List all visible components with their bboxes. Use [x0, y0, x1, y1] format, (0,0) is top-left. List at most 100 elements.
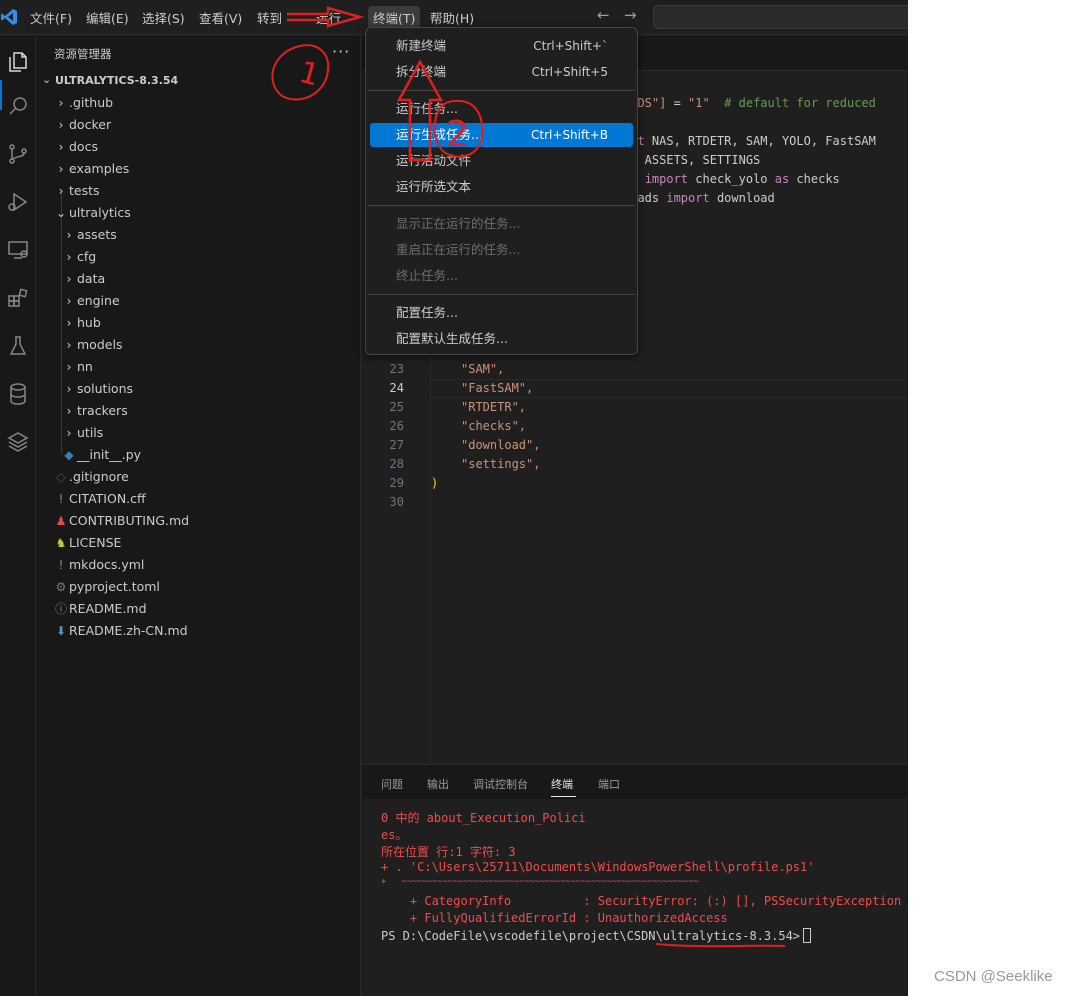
- tree-item[interactable]: › assets: [36, 224, 360, 246]
- menu-selection[interactable]: 选择(S): [142, 8, 185, 27]
- contributing-file-icon: ♟: [55, 514, 67, 528]
- extensions-icon[interactable]: [0, 280, 36, 316]
- menu-separator: [368, 294, 635, 295]
- tree-item[interactable]: ⌄ ultralytics: [36, 202, 360, 224]
- code-line: ort NAS, RTDETR, SAM, YOLO, FastSAM: [623, 134, 876, 148]
- command-center-search[interactable]: [653, 5, 908, 29]
- tree-item[interactable]: ! mkdocs.yml: [36, 554, 360, 576]
- terminal-menu-dropdown: 新建终端 Ctrl+Shift+` 拆分终端 Ctrl+Shift+5 运行任务..…: [365, 27, 638, 355]
- menu-item-run-build-task[interactable]: 运行生成任务... Ctrl+Shift+B: [370, 123, 633, 147]
- tree-item[interactable]: ♞ LICENSE: [36, 532, 360, 554]
- tree-item[interactable]: ⚙ pyproject.toml: [36, 576, 360, 598]
- menu-item-restart-running-task[interactable]: 重启正在运行的任务...: [370, 238, 633, 262]
- layers-icon[interactable]: [0, 424, 36, 460]
- code-line: rt ASSETS, SETTINGS: [623, 153, 761, 167]
- python-file-icon: ◆: [64, 448, 74, 462]
- menu-item-configure-default-build[interactable]: 配置默认生成任务...: [370, 327, 633, 351]
- tree-item[interactable]: › trackers: [36, 400, 360, 422]
- tree-item[interactable]: › examples: [36, 158, 360, 180]
- tree-item[interactable]: › hub: [36, 312, 360, 334]
- nav-forward-icon[interactable]: →: [624, 6, 637, 24]
- tree-item-label: utils: [77, 425, 104, 440]
- tree-item[interactable]: › docs: [36, 136, 360, 158]
- source-control-icon[interactable]: [0, 136, 36, 172]
- tab-ports[interactable]: 端口: [598, 776, 620, 792]
- nav-back-icon[interactable]: ←: [597, 6, 610, 24]
- code-line: ks import check_yolo as checks: [623, 172, 840, 186]
- tree-item-label: docs: [69, 139, 98, 154]
- tree-item[interactable]: › tests: [36, 180, 360, 202]
- menu-item-configure-tasks[interactable]: 配置任务...: [370, 301, 633, 325]
- tab-debug-console[interactable]: 调试控制台: [473, 776, 528, 792]
- code-line: ): [431, 476, 439, 490]
- menu-edit[interactable]: 编辑(E): [86, 8, 129, 27]
- tree-item-label: examples: [69, 161, 130, 176]
- project-folder-header[interactable]: ⌄ ULTRALYTICS-8.3.54: [36, 70, 360, 92]
- testing-icon[interactable]: [0, 328, 36, 364]
- chevron-right-icon: ›: [66, 316, 72, 330]
- remote-explorer-icon[interactable]: [0, 232, 36, 268]
- terminal-line: + FullyQualifiedErrorId : UnauthorizedAc…: [381, 911, 728, 925]
- tree-item-label: .gitignore: [69, 469, 129, 484]
- database-icon[interactable]: [0, 376, 36, 412]
- watermark: CSDN @Seeklike: [934, 968, 1053, 985]
- line-number: 26: [389, 419, 404, 433]
- code-line: EADS"] = "1" # default for reduced: [623, 96, 876, 110]
- tab-problems[interactable]: 问题: [381, 776, 403, 792]
- tree-item[interactable]: ◆ __init__.py: [36, 444, 360, 466]
- line-number: 30: [389, 495, 404, 509]
- menu-item-run-selected-text[interactable]: 运行所选文本: [370, 175, 633, 199]
- menu-help[interactable]: 帮助(H): [430, 8, 474, 27]
- menu-go[interactable]: 转到: [257, 8, 282, 27]
- menu-separator: [368, 205, 635, 206]
- terminal-line: + CategoryInfo : SecurityError: (:) [], …: [381, 894, 902, 908]
- explorer-icon[interactable]: [0, 44, 36, 80]
- terminal-view[interactable]: 0 中的 about_Execution_Polici es。 所在位置 行:1…: [362, 799, 908, 996]
- menu-item-run-active-file[interactable]: 运行活动文件: [370, 149, 633, 173]
- tab-output[interactable]: 输出: [427, 776, 449, 792]
- menu-item-split-terminal[interactable]: 拆分终端 Ctrl+Shift+5: [370, 60, 633, 84]
- tree-item[interactable]: › data: [36, 268, 360, 290]
- terminal-line: + . 'C:\Users\25711\Documents\WindowsPow…: [381, 860, 815, 874]
- menu-item-run-task[interactable]: 运行任务...: [370, 97, 633, 121]
- tree-item-label: CONTRIBUTING.md: [69, 513, 190, 528]
- tree-item[interactable]: ! CITATION.cff: [36, 488, 360, 510]
- terminal-line: 0 中的 about_Execution_Polici: [381, 811, 586, 825]
- tree-item[interactable]: › solutions: [36, 378, 360, 400]
- chevron-right-icon: ›: [66, 294, 72, 308]
- tree-item[interactable]: › models: [36, 334, 360, 356]
- tab-terminal[interactable]: 终端: [551, 776, 573, 792]
- tree-item[interactable]: ◇ .gitignore: [36, 466, 360, 488]
- run-debug-icon[interactable]: [0, 184, 36, 220]
- menu-file[interactable]: 文件(F): [30, 8, 72, 27]
- menu-view[interactable]: 查看(V): [199, 8, 242, 27]
- line-number: 29: [389, 476, 404, 490]
- tree-item[interactable]: › nn: [36, 356, 360, 378]
- code-line: "download",: [461, 438, 541, 452]
- code-line: "SAM",: [461, 362, 505, 376]
- tree-item[interactable]: ⓘ README.md: [36, 598, 360, 620]
- license-file-icon: ♞: [55, 536, 67, 550]
- info-file-icon: ⓘ: [55, 602, 68, 616]
- tree-item[interactable]: › utils: [36, 422, 360, 444]
- chevron-right-icon: ›: [66, 338, 72, 352]
- search-icon[interactable]: [0, 88, 36, 124]
- code-line: "RTDETR",: [461, 400, 527, 414]
- more-actions-icon[interactable]: ···: [332, 42, 350, 61]
- tree-item[interactable]: › docker: [36, 114, 360, 136]
- menu-item-terminate-task[interactable]: 终止任务...: [370, 264, 633, 288]
- menu-terminal[interactable]: 终端(T): [368, 6, 421, 29]
- menu-item-new-terminal[interactable]: 新建终端 Ctrl+Shift+`: [370, 34, 633, 58]
- terminal-prompt[interactable]: PS D:\CodeFile\vscodefile\project\CSDN\u…: [381, 928, 812, 943]
- tree-item[interactable]: ⬇ README.zh-CN.md: [36, 620, 360, 642]
- tree-item[interactable]: › cfg: [36, 246, 360, 268]
- tree-item[interactable]: › .github: [36, 92, 360, 114]
- menu-item-show-running-tasks[interactable]: 显示正在运行的任务...: [370, 212, 633, 236]
- exclamation-file-icon: !: [58, 492, 64, 506]
- tree-item[interactable]: ♟ CONTRIBUTING.md: [36, 510, 360, 532]
- tree-item-label: __init__.py: [77, 447, 142, 462]
- menu-run[interactable]: 运行: [316, 8, 341, 27]
- tree-item-label: mkdocs.yml: [69, 557, 145, 572]
- tree-item-label: hub: [77, 315, 101, 330]
- tree-item[interactable]: › engine: [36, 290, 360, 312]
